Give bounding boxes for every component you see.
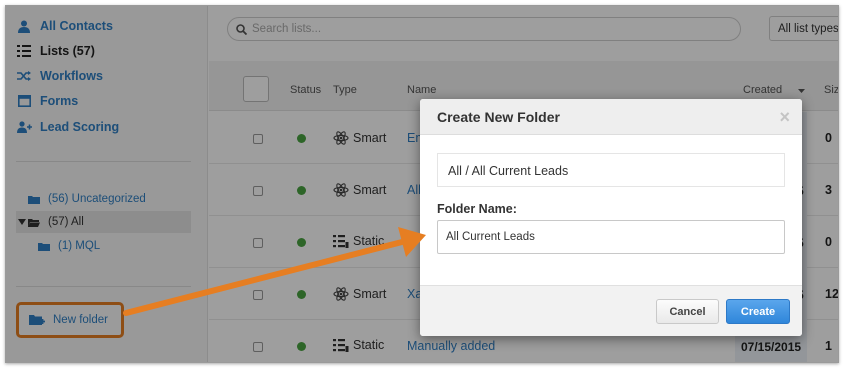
app-window: All Contacts Lists (57) Workflows Forms … bbox=[5, 5, 839, 363]
close-icon[interactable]: × bbox=[779, 107, 790, 128]
modal-footer: Cancel Create bbox=[420, 285, 802, 336]
screenshot-frame: All Contacts Lists (57) Workflows Forms … bbox=[0, 0, 844, 370]
folder-name-label: Folder Name: bbox=[437, 202, 517, 216]
create-folder-modal: Create New Folder × All / All Current Le… bbox=[420, 99, 802, 336]
modal-header: Create New Folder × bbox=[420, 99, 802, 135]
folder-path: All / All Current Leads bbox=[437, 153, 785, 187]
modal-title: Create New Folder bbox=[437, 109, 560, 125]
create-button[interactable]: Create bbox=[726, 299, 790, 324]
cancel-button[interactable]: Cancel bbox=[656, 299, 719, 324]
folder-name-input[interactable] bbox=[437, 220, 785, 254]
